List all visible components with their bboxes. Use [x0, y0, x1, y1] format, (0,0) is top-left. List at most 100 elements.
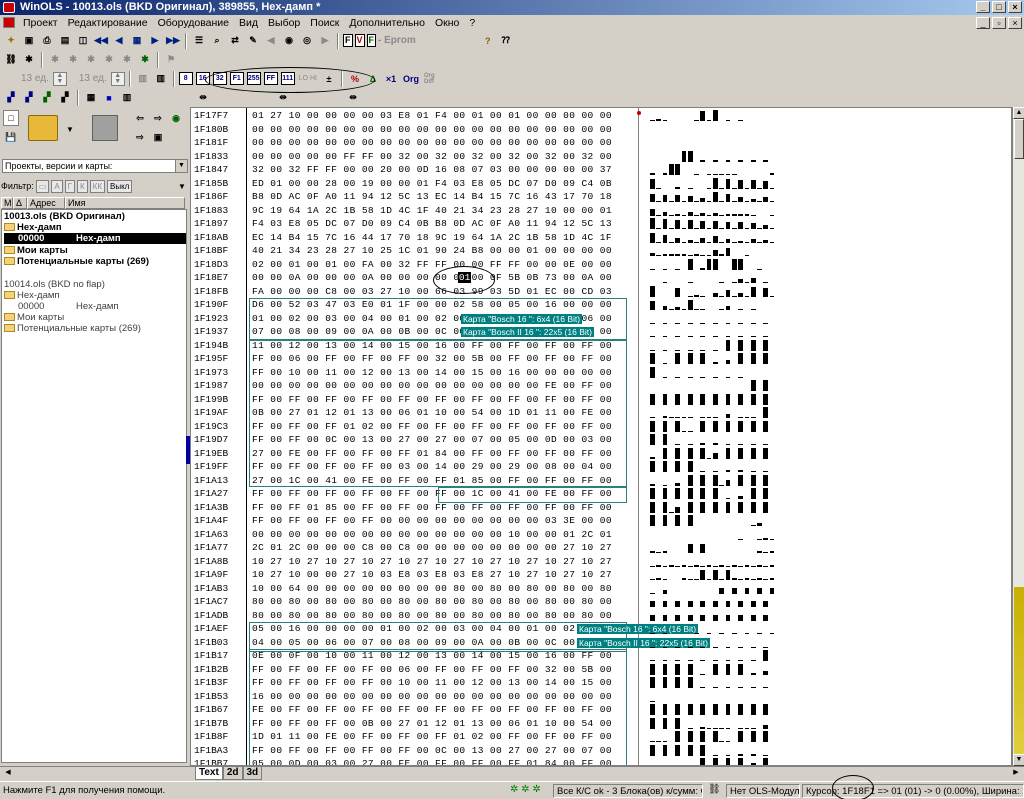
hardware-icon[interactable]: ▣	[21, 33, 37, 49]
map-label-1[interactable]: Карта "Bosch II 16 ": 22x5 (16 Bit)	[461, 327, 594, 337]
list-icon[interactable]: ☰	[191, 33, 207, 49]
hex-row[interactable]: EC 14 B4 15 7C 16 44 17 70 18 9C 19 64 1…	[252, 231, 612, 245]
export-icon[interactable]: ⇨	[150, 110, 166, 126]
hex-row[interactable]: 00 00 00 00 00 FF FF 00 32 00 32 00 32 0…	[252, 150, 612, 164]
lohi-button[interactable]: LO HI	[297, 75, 319, 82]
hex-row[interactable]: 1D 01 11 00 FE 00 FF 00 FF 00 FF 01 02 0…	[252, 730, 612, 744]
tool-b-icon[interactable]: ✱	[65, 52, 81, 68]
hex-row[interactable]: 05 00 16 00 00 00 00 01 00 02 00 03 00 0…	[252, 622, 612, 636]
close-button[interactable]: ×	[1008, 1, 1022, 13]
width-button-F1[interactable]: F1	[229, 72, 244, 85]
print-icon[interactable]: ⎙	[39, 33, 55, 49]
project-box-icon[interactable]	[92, 115, 118, 141]
next-icon[interactable]: ▶	[147, 33, 163, 49]
hex-row[interactable]: 00 00 00 00 00 00 00 00 00 00 00 00 00 0…	[252, 123, 612, 137]
horizontal-scrollbar[interactable]: ◀ Text 2d 3d ▶	[0, 766, 1024, 780]
prev-icon[interactable]: ◀	[111, 33, 127, 49]
hex-row[interactable]: 01 27 10 00 00 00 00 03 E8 01 F4 00 01 0…	[252, 109, 612, 123]
width-button-8[interactable]: 8	[178, 72, 193, 85]
chip-icon[interactable]: ◉	[281, 33, 297, 49]
menu-item-8[interactable]: ?	[464, 17, 480, 29]
filter-a-button[interactable]: A	[51, 179, 63, 193]
menu-item-6[interactable]: Дополнительно	[344, 17, 430, 29]
hex-row[interactable]: 32 00 32 FF FF 00 00 20 00 0D 16 08 07 0…	[252, 163, 612, 177]
map-label-0[interactable]: Карта "Bosch 16 ": 6x4 (16 Bit)	[461, 313, 583, 324]
hex-row[interactable]: 10 27 10 27 10 27 10 27 10 27 10 27 10 2…	[252, 555, 612, 569]
split-left-icon[interactable]: ⇹	[195, 90, 211, 106]
col-address[interactable]: Адрес	[27, 197, 65, 209]
menu-item-0[interactable]: Проект	[18, 17, 63, 29]
menu-item-3[interactable]: Вид	[234, 17, 263, 29]
hexdump-node-2[interactable]: Hex-дамп	[4, 290, 60, 301]
hex-row[interactable]: 9C 19 64 1A 2C 1B 58 1D 4C 1F 40 21 34 2…	[252, 204, 612, 218]
last-icon[interactable]: ▶▶	[165, 33, 181, 49]
project-node-2[interactable]: 10014.ols (BKD no flap)	[4, 279, 105, 290]
menu-item-7[interactable]: Окно	[430, 17, 464, 29]
scroll-right-icon[interactable]: ▶	[1010, 768, 1022, 779]
filter-dropdown-icon[interactable]: ▼	[178, 182, 186, 191]
org-button[interactable]: Org	[401, 71, 421, 87]
col-m[interactable]: М	[1, 197, 13, 209]
hex-row[interactable]: 11 00 12 00 13 00 14 00 15 00 16 00 FF 0…	[252, 339, 612, 353]
split-icon[interactable]: ◫	[75, 33, 91, 49]
width-button-FF[interactable]: FF	[263, 72, 278, 85]
hex-row[interactable]: FE 00 FF 00 FF 00 FF 00 FF 00 FF 00 FF 0…	[252, 703, 612, 717]
tool-d-icon[interactable]: ✱	[101, 52, 117, 68]
receive-icon[interactable]: ▣	[150, 129, 166, 145]
new-project-icon[interactable]: □	[3, 110, 19, 126]
vertical-scrollbar[interactable]: ▲ ▼	[1012, 107, 1024, 766]
tab-2d[interactable]: 2d	[222, 767, 243, 780]
tools-icon[interactable]: ✎	[245, 33, 261, 49]
hex-row[interactable]: 2C 01 2C 00 00 00 C8 00 C8 00 00 00 00 0…	[252, 541, 612, 555]
hex-row[interactable]: 80 00 80 00 80 00 80 00 80 00 80 00 80 0…	[252, 595, 612, 609]
hex-row[interactable]: 80 00 80 00 80 00 80 00 80 00 80 00 80 0…	[252, 609, 612, 623]
menu-item-1[interactable]: Редактирование	[63, 17, 153, 29]
doc-minimize-button[interactable]: _	[976, 17, 990, 29]
tab-3d[interactable]: 3d	[242, 767, 263, 780]
app-icon[interactable]	[3, 2, 15, 13]
eprom-dropdown[interactable]: - Eprom	[378, 35, 416, 46]
filter-maps-button[interactable]: ▭	[35, 179, 50, 193]
hex-row[interactable]: FF 00 FF 00 FF 00 FF 00 03 00 14 00 29 0…	[252, 460, 612, 474]
width-button-111[interactable]: 111	[280, 72, 295, 85]
doc-close-button[interactable]: ×	[1008, 17, 1022, 29]
doc-restore-button[interactable]: ▫	[992, 17, 1006, 29]
open-project-icon[interactable]: ✦	[3, 33, 19, 49]
hex-row[interactable]: 10 27 10 00 00 27 10 03 E8 03 E8 03 E8 2…	[252, 568, 612, 582]
selected-byte[interactable]: 01	[457, 272, 472, 283]
graph-icon[interactable]: ▞	[3, 90, 19, 106]
hex-row[interactable]: 16 00 00 00 00 00 00 00 00 00 00 00 00 0…	[252, 690, 612, 704]
hex-row[interactable]: 04 00 05 00 06 00 07 00 08 00 09 00 0A 0…	[252, 636, 612, 650]
hex-row[interactable]: 00 00 00 00 00 00 00 00 00 00 00 00 00 0…	[252, 136, 612, 150]
help-icon[interactable]: ?	[480, 33, 496, 49]
color-mode-icon[interactable]: ■	[101, 90, 117, 106]
open-folder-icon[interactable]	[28, 115, 58, 141]
col-name[interactable]: Имя	[65, 197, 185, 209]
menu-item-5[interactable]: Поиск	[305, 17, 344, 29]
save-project-icon[interactable]: 💾	[3, 129, 19, 145]
hexdump-row-2-name[interactable]: Hex-дамп	[76, 301, 119, 312]
hex-row[interactable]: D6 00 52 03 47 03 E0 01 1F 00 00 02 58 0…	[252, 298, 612, 312]
my-maps-node-1[interactable]: Мои карты	[4, 245, 68, 256]
replace-icon[interactable]: ⇄	[227, 33, 243, 49]
menu-item-4[interactable]: Выбор	[263, 17, 305, 29]
hex-row[interactable]: 02 00 01 00 01 00 FA 00 32 FF FF 00 00 F…	[252, 258, 612, 272]
hex-row[interactable]: 05 00 0D 00 03 00 27 00 FE 00 FF 00 FF 0…	[252, 757, 612, 765]
filter-k-button[interactable]: К	[77, 179, 88, 193]
hex-row[interactable]: FF 00 FF 00 FF 00 FF 00 FF 00 FF 00 FF 0…	[252, 393, 612, 407]
tool-g-icon[interactable]: ⚑	[163, 52, 179, 68]
tab-text[interactable]: Text	[195, 767, 223, 780]
columns-icon[interactable]: ▥	[135, 71, 151, 87]
unit-right-spinner[interactable]: ▲ ▼	[110, 71, 125, 86]
hex-row[interactable]: 0B 00 27 01 12 01 13 00 06 01 10 00 54 0…	[252, 406, 612, 420]
filter-off-button[interactable]: Выкл	[107, 179, 133, 193]
graph2-icon[interactable]: ▞	[21, 90, 37, 106]
hex-row[interactable]: 00 00 00 00 00 00 00 00 00 00 00 00 00 0…	[252, 379, 612, 393]
tool-a-icon[interactable]: ✱	[47, 52, 63, 68]
write-button[interactable]: F	[366, 34, 377, 47]
project-combo[interactable]: Проекты, версии и карты: ▼	[2, 159, 188, 173]
maximize-button[interactable]: □	[992, 1, 1006, 13]
potential-maps-node-1[interactable]: Потенциальные карты (269)	[4, 256, 149, 267]
my-maps-node-2[interactable]: Мои карты	[4, 312, 64, 323]
hex-row[interactable]: FF 00 06 00 FF 00 FF 00 FF 00 32 00 5B 0…	[252, 352, 612, 366]
